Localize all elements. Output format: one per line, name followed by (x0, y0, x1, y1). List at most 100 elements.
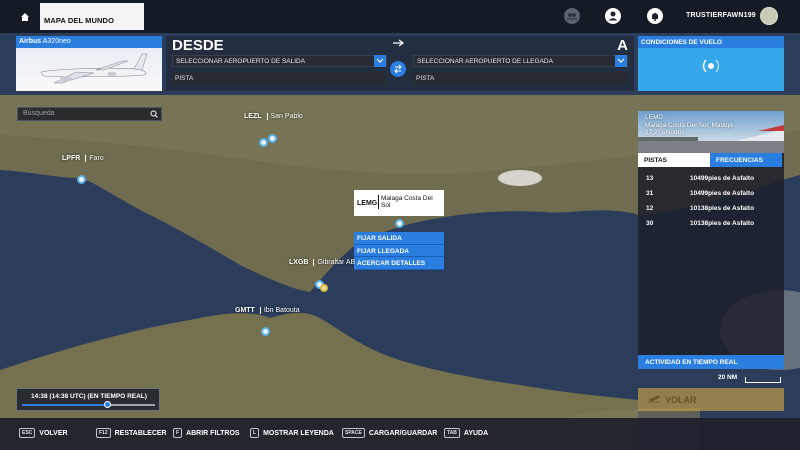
fly-button[interactable]: VOLAR (638, 388, 784, 411)
runway-row: 12 10138pies de Asfalto (644, 202, 778, 216)
map-scale-label: 20 NM (718, 374, 738, 381)
departure-runway-select[interactable]: PISTA (172, 72, 387, 85)
map-scale-bar (745, 377, 781, 383)
swap-icon (394, 64, 402, 74)
hint-help[interactable]: TAB AYUDA (444, 428, 488, 438)
top-bar: MAPA DEL MUNDO TRUSTIERFAWN199 (0, 0, 800, 33)
departure-airport-placeholder: SELECCIONAR AEROPUERTO DE SALIDA (176, 58, 306, 65)
search-icon (150, 110, 158, 118)
airport-detail-weather: 17,2° 5Nudos (645, 129, 685, 136)
flight-conditions-panel[interactable]: CONDICIONES DE VUELO (638, 36, 784, 91)
airport-detail-code: LEMG (645, 114, 664, 121)
tab-runways[interactable]: PISTAS (638, 153, 710, 167)
runway-row: 30 10138pies de Asfalto (644, 217, 778, 231)
selected-airport-code: LEMG (357, 200, 378, 207)
arrival-airport-placeholder: SELECCIONAR AEROPUERTO DE LLEGADA (417, 58, 553, 65)
set-arrival-button[interactable]: FIJAR LLEGADA (354, 244, 444, 257)
key-badge: SPACE (342, 428, 365, 438)
key-badge: L (250, 428, 260, 438)
hint-filters[interactable]: F ABRIR FILTROS (173, 428, 240, 438)
chevron-down-icon (615, 55, 627, 67)
tab-frequencies[interactable]: FRECUENCIAS (710, 153, 782, 167)
friends-icon[interactable] (564, 8, 580, 24)
avatar[interactable] (760, 7, 778, 25)
airplane-icon (40, 53, 148, 84)
time-slider[interactable] (22, 401, 155, 408)
swap-airports-button[interactable] (390, 61, 406, 77)
hint-label: MOSTRAR LEYENDA (263, 429, 334, 437)
keyboard-hints-bar: ESC VOLVER F12 RESTABLECER F ABRIR FILTROS … (0, 418, 800, 450)
hint-label: ABRIR FILTROS (186, 429, 240, 437)
runway-length: 10138pies de Asfalto (690, 205, 755, 212)
hint-label: CARGAR/GUARDAR (368, 429, 438, 437)
airport-name: Gibraltar AB (313, 259, 356, 266)
search-input[interactable]: Búsqueda (17, 107, 162, 121)
airport-pin-icon[interactable] (268, 134, 277, 143)
airport-name: Faro (85, 155, 104, 162)
key-badge: ESC (19, 428, 36, 438)
aircraft-selection-panel[interactable]: Airbus A320neo (16, 36, 162, 91)
key-badge: F (173, 428, 183, 438)
aircraft-model: A320neo (42, 38, 71, 45)
chevron-down-icon (374, 55, 386, 67)
hint-load-save[interactable]: SPACE CARGAR/GUARDAR (342, 428, 437, 438)
hint-back[interactable]: ESC VOLVER (19, 428, 68, 438)
departure-airport-select[interactable]: SELECCIONAR AEROPUERTO DE SALIDA (172, 55, 387, 67)
time-widget[interactable]: 14:38 (14:38 UTC) (EN TIEMPO REAL) (16, 388, 160, 411)
aircraft-image (16, 48, 162, 91)
fly-button-label: VOLAR (665, 395, 697, 405)
arrival-airport-select[interactable]: SELECCIONAR AEROPUERTO DE LLEGADA (413, 55, 628, 67)
time-display: 14:38 (14:38 UTC) (EN TIEMPO REAL) (31, 393, 147, 400)
runway-number: 13 (646, 175, 654, 182)
zoom-details-button[interactable]: ACERCAR DETALLES (354, 257, 444, 270)
runway-number: 30 (646, 220, 654, 227)
selected-airport-card[interactable]: LEMG Malaga Costa Del Sol (354, 190, 444, 216)
airport-code: LEZL (244, 113, 262, 120)
hint-label: VOLVER (39, 429, 68, 437)
realtime-activity-button[interactable]: ACTIVIDAD EN TIEMPO REAL (638, 355, 784, 369)
airport-name: San Pablo (266, 113, 303, 120)
airport-label-gmtt[interactable]: GMTT Ibn Batouta (235, 307, 300, 314)
time-slider-handle[interactable] (103, 401, 111, 408)
airport-detail-panel: LEMG Malaga Costa Del Sol, Malaga 17,2° … (638, 111, 784, 369)
flight-direction-icon (393, 39, 404, 47)
time-slider-fill (22, 404, 108, 406)
notifications-icon[interactable] (647, 8, 663, 24)
airport-label-lezl[interactable]: LEZL San Pablo (244, 113, 303, 120)
airport-code: GMTT (235, 307, 255, 314)
airport-label-lxgb[interactable]: LXGB Gibraltar AB (289, 259, 356, 266)
home-button[interactable] (12, 8, 38, 26)
world-map-tab[interactable]: MAPA DEL MUNDO (40, 3, 144, 30)
runway-row: 31 10499pies de Asfalto (644, 187, 778, 201)
home-icon (21, 13, 29, 21)
airport-pin-icon[interactable] (259, 138, 268, 147)
weather-wind-icon (702, 59, 720, 73)
airport-code: LXGB (289, 259, 309, 266)
username[interactable]: TRUSTIERFAWN199 (686, 12, 756, 19)
runway-length: 10499pies de Asfalto (690, 175, 755, 182)
airport-pin-icon[interactable] (395, 219, 404, 228)
airport-detail-title: LEMG Malaga Costa Del Sol, Malaga 17,2° … (645, 114, 733, 137)
airport-pin-icon[interactable] (77, 175, 86, 184)
airport-code: LPFR (62, 155, 81, 162)
airport-photo: LEMG Malaga Costa Del Sol, Malaga 17,2° … (638, 111, 784, 153)
airport-context-menu: FIJAR SALIDA FIJAR LLEGADA ACERCAR DETAL… (354, 232, 444, 270)
runway-number: 31 (646, 190, 654, 197)
hint-label: AYUDA (463, 429, 489, 437)
from-title: DESDE (172, 37, 224, 54)
flight-conditions-title: CONDICIONES DE VUELO (638, 36, 784, 48)
set-departure-button[interactable]: FIJAR SALIDA (354, 232, 444, 245)
airport-label-lpfr[interactable]: LPFR Faro (62, 155, 104, 162)
aircraft-header: Airbus A320neo (16, 36, 162, 48)
airplane-takeoff-icon (647, 395, 661, 403)
hint-legend[interactable]: L MOSTRAR LEYENDA (250, 428, 334, 438)
heliport-pin-icon[interactable] (320, 284, 328, 292)
arrival-runway-select[interactable]: PISTA (413, 72, 628, 85)
profile-icon[interactable] (605, 8, 621, 24)
hint-reset[interactable]: F12 RESTABLECER (96, 428, 167, 438)
airport-pin-icon[interactable] (261, 327, 270, 336)
hint-label: RESTABLECER (114, 429, 167, 437)
selected-airport-name: Malaga Costa Del Sol (378, 195, 442, 209)
runway-length: 10499pies de Asfalto (690, 190, 755, 197)
runway-number: 12 (646, 205, 654, 212)
